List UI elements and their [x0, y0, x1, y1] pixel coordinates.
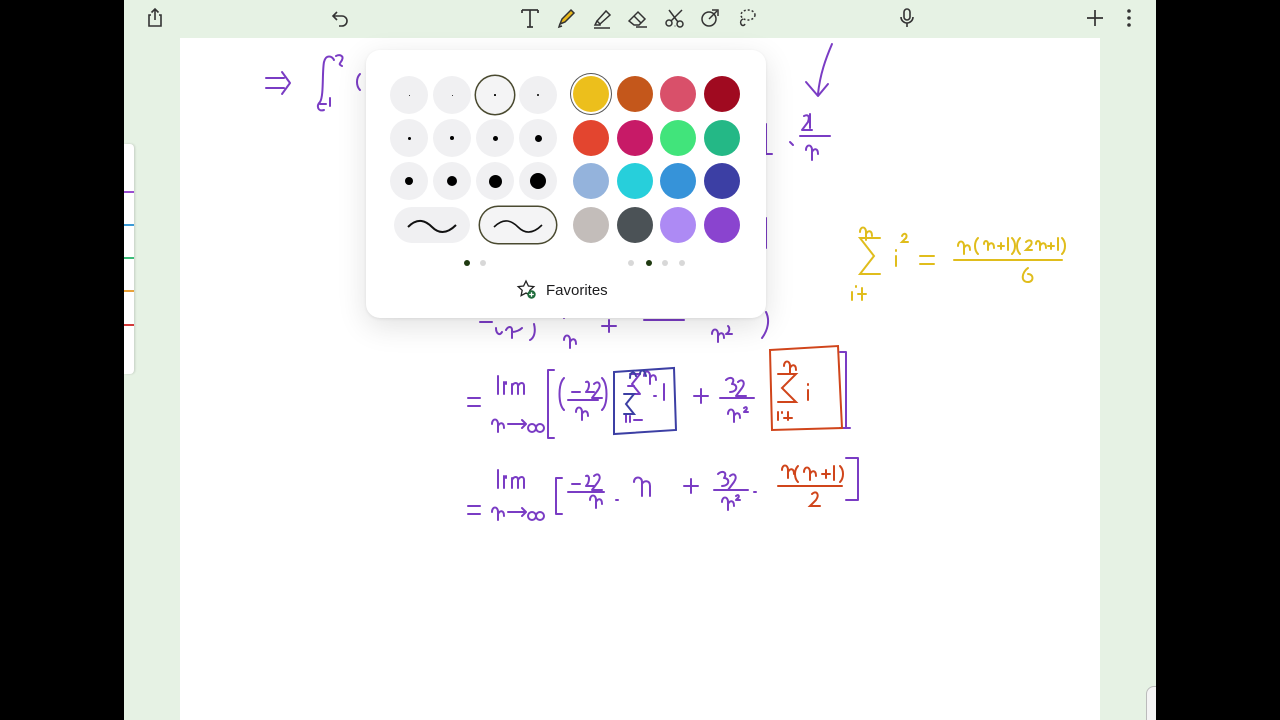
side-tab-marker[interactable]: [124, 191, 134, 193]
color-swatch[interactable]: [660, 119, 696, 156]
color-swatch[interactable]: [573, 163, 609, 199]
color-swatch[interactable]: [660, 76, 696, 112]
color-swatch[interactable]: [660, 163, 696, 199]
color-swatch[interactable]: [616, 76, 653, 112]
pen-tool-icon[interactable]: [552, 4, 580, 32]
pen-size-option[interactable]: [519, 162, 557, 200]
pen-size-dot: [530, 173, 546, 189]
size-page-indicator-active[interactable]: [464, 260, 470, 266]
pen-size-dot: [451, 94, 453, 96]
undo-icon[interactable]: [327, 4, 355, 32]
color-swatch[interactable]: [703, 163, 740, 199]
pen-size-option[interactable]: [390, 76, 428, 114]
color-swatch[interactable]: [703, 119, 740, 156]
pen-size-dot: [405, 177, 413, 185]
pen-size-option[interactable]: [476, 76, 514, 114]
microphone-icon[interactable]: [893, 4, 921, 32]
pen-size-dot: [534, 134, 542, 142]
favorites-button[interactable]: Favorites: [516, 278, 608, 302]
pen-options-popover: Favorites: [366, 50, 766, 318]
toolbar: [124, 0, 1156, 38]
stroke-curve-icon: [407, 220, 457, 233]
pen-size-option[interactable]: [433, 76, 471, 114]
color-page-indicator[interactable]: [628, 260, 634, 266]
pen-size-option[interactable]: [390, 119, 428, 157]
text-tool-icon[interactable]: [516, 4, 544, 32]
pen-size-option[interactable]: [519, 76, 557, 114]
pen-size-option[interactable]: [519, 119, 557, 157]
pen-size-dot: [407, 136, 411, 140]
pen-size-option[interactable]: [390, 162, 428, 200]
add-icon[interactable]: [1081, 4, 1109, 32]
color-swatch[interactable]: [703, 206, 740, 243]
pen-size-dot: [492, 135, 498, 141]
pen-size-dot: [450, 136, 454, 140]
pen-size-option[interactable]: [433, 119, 471, 157]
size-page-indicator[interactable]: [480, 260, 486, 266]
stroke-pressure-curve-icon: [493, 220, 543, 233]
color-swatch[interactable]: [616, 163, 653, 199]
eraser-tool-icon[interactable]: [624, 4, 652, 32]
color-swatch[interactable]: [660, 206, 696, 243]
page-scroll-handle[interactable]: [1146, 686, 1156, 720]
highlighter-tool-icon[interactable]: [588, 4, 616, 32]
notes-app-screen: Favorites: [124, 0, 1156, 720]
favorites-label: Favorites: [546, 281, 608, 299]
side-tab-marker[interactable]: [124, 290, 134, 292]
color-swatch[interactable]: [703, 76, 740, 112]
stroke-style-pressure[interactable]: [480, 207, 556, 243]
favorite-colors-page-indicator[interactable]: [662, 260, 668, 266]
side-tab-marker[interactable]: [124, 224, 134, 226]
color-page-indicator-active[interactable]: [646, 260, 652, 266]
color-swatch[interactable]: [573, 206, 609, 243]
pen-size-dot: [537, 94, 539, 96]
favorite-colors-page-indicator[interactable]: [679, 260, 685, 266]
scissors-tool-icon[interactable]: [661, 4, 689, 32]
share-icon[interactable]: [141, 4, 169, 32]
stroke-style-smooth[interactable]: [394, 207, 470, 243]
pen-size-dot: [447, 176, 457, 186]
color-swatch[interactable]: [573, 119, 609, 156]
pen-size-option[interactable]: [476, 162, 514, 200]
color-swatch[interactable]: [616, 206, 653, 243]
pen-size-dot: [488, 174, 502, 188]
pen-size-option[interactable]: [433, 162, 471, 200]
star-add-icon: [516, 279, 536, 299]
lasso-tool-icon[interactable]: [732, 4, 760, 32]
notebook-side-tabs[interactable]: [124, 144, 134, 374]
pen-size-option[interactable]: [476, 119, 514, 157]
side-tab-marker[interactable]: [124, 324, 134, 326]
shape-tool-icon[interactable]: [696, 4, 724, 32]
more-icon[interactable]: [1115, 4, 1143, 32]
color-swatch[interactable]: [573, 76, 609, 112]
pen-size-dot: [494, 94, 496, 96]
pen-size-dot: [408, 94, 410, 96]
side-tab-marker[interactable]: [124, 257, 134, 259]
color-swatch[interactable]: [616, 119, 653, 156]
